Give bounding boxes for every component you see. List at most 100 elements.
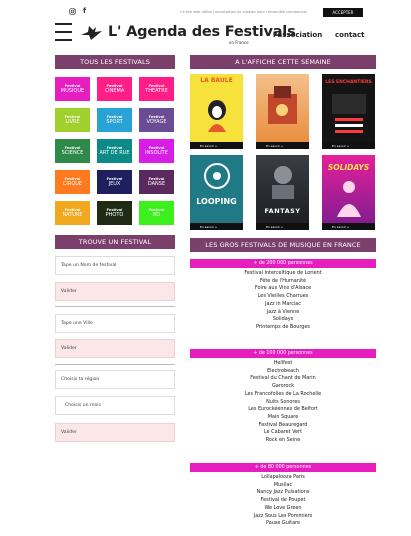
poster-more-link[interactable]: En savoir + xyxy=(322,142,375,149)
festival-link[interactable]: Jazz Sous Les Pommiers xyxy=(190,513,376,521)
poster-title: LA BAULE xyxy=(200,77,233,84)
logo-bird-icon[interactable] xyxy=(80,23,104,43)
festival-link[interactable]: Les Eurockéennes de Belfort xyxy=(190,406,376,414)
category-label: DANSE xyxy=(147,181,166,188)
facebook-icon[interactable]: f xyxy=(83,8,86,17)
category-label: SCIENCE xyxy=(61,150,84,157)
category-kicker: Festival xyxy=(64,176,81,181)
festival-list: Lollapalooza Paris Musilac Nancy Jazz Puls… xyxy=(190,474,376,528)
festival-link[interactable]: Foire aux Vins d'Alsace xyxy=(190,285,376,293)
category-insolite[interactable]: Festival INSOLITE xyxy=(139,139,174,163)
category-kicker: Festival xyxy=(64,114,81,119)
category-theatre[interactable]: Festival THEATRE xyxy=(139,77,174,101)
poster-more-link[interactable]: En savoir + xyxy=(322,223,375,230)
festival-link[interactable]: Jazz à Vienne xyxy=(190,309,376,317)
festival-link[interactable]: Solidays xyxy=(190,316,376,324)
poster-les-enchantiers[interactable]: LES ENCHANTIERS En savoir + xyxy=(322,74,375,149)
category-label: NATURE xyxy=(62,212,83,219)
tier-header: + de 80 000 personnes xyxy=(190,463,376,472)
category-bd[interactable]: Festival BD xyxy=(139,201,174,225)
page: f Ce site web utilise l'autorisation de … xyxy=(0,0,411,536)
festival-link[interactable]: Festival Interceltique de Lorient xyxy=(190,270,376,278)
month-select[interactable]: Choisis un mois xyxy=(55,396,175,415)
category-kicker: Festival xyxy=(148,207,165,212)
festival-link[interactable]: Electrobeach xyxy=(190,368,376,376)
category-label: BD xyxy=(152,212,161,219)
poster-looping[interactable]: LOOPING En savoir + xyxy=(190,155,243,230)
festival-link[interactable]: Les Vieilles Charrues xyxy=(190,293,376,301)
festival-list: Festival Interceltique de Lorient Fête de… xyxy=(190,270,376,332)
festival-link[interactable]: Hellfest xyxy=(190,360,376,368)
festival-link[interactable]: Pause Guitare xyxy=(190,520,376,528)
festival-link[interactable]: Festival du Chant de Marin xyxy=(190,375,376,383)
all-festivals-header: TOUS LES FESTIVALS xyxy=(55,55,175,69)
poster-title: LES ENCHANTIERS xyxy=(325,80,372,85)
validate-name-button[interactable]: Valider xyxy=(55,282,175,301)
poster-title: SOLIDAYS xyxy=(327,163,370,172)
festival-link[interactable]: Festival Beauregard xyxy=(190,422,376,430)
find-festival-header: TROUVE UN FESTIVAL xyxy=(55,235,175,249)
category-label: LIVRE xyxy=(65,119,80,126)
poster-more-link[interactable]: En savoir + xyxy=(256,223,309,230)
category-art-de-rue[interactable]: Festival ART DE RUE xyxy=(97,139,132,163)
validate-search-button[interactable]: Valider xyxy=(55,423,175,442)
festival-link[interactable]: Nancy Jazz Pulsations xyxy=(190,489,376,497)
category-cinema[interactable]: Festival CINEMA xyxy=(97,77,132,101)
festival-link[interactable]: Jazz in Marciac xyxy=(190,301,376,309)
category-kicker: Festival xyxy=(106,83,123,88)
accept-cookies-button[interactable]: ACCEPTER xyxy=(323,8,363,17)
nav-contact-link[interactable]: contact xyxy=(335,31,365,39)
festival-link[interactable]: Rock en Seine xyxy=(190,437,376,445)
site-logo-subtitle: en France xyxy=(229,40,249,45)
city-input[interactable]: Tape une Ville xyxy=(55,314,175,333)
poster-solidays[interactable]: SOLIDAYS En savoir + xyxy=(322,155,375,230)
category-science[interactable]: Festival SCIENCE xyxy=(55,139,90,163)
gros-festivals-header: LES GROS FESTIVALS DE MUSIQUE EN FRANCE xyxy=(190,238,376,252)
festival-name-input[interactable]: Tape un Nom de festival xyxy=(55,256,175,275)
category-musique[interactable]: Festival MUSIQUE xyxy=(55,77,90,101)
festival-link[interactable]: Garorock xyxy=(190,383,376,391)
category-cirque[interactable]: Festival CIRQUE xyxy=(55,170,90,194)
category-kicker: Festival xyxy=(106,114,123,119)
poster-illustration xyxy=(332,94,366,133)
poster-la-baule[interactable]: LA BAULE En savoir + xyxy=(190,74,243,149)
category-voyage[interactable]: Festival VOYAGE xyxy=(139,108,174,132)
instagram-icon[interactable] xyxy=(69,8,76,17)
tier-header: + de 100 000 personnes xyxy=(190,349,376,358)
festival-link[interactable]: Main Square xyxy=(190,414,376,422)
festival-link[interactable]: We Love Green xyxy=(190,505,376,513)
category-label: INSOLITE xyxy=(145,150,168,157)
festival-link[interactable]: Printemps de Bourges xyxy=(190,324,376,332)
category-kicker: Festival xyxy=(106,145,123,150)
poster-festival-2[interactable]: En savoir + xyxy=(256,74,309,149)
poster-more-link[interactable]: En savoir + xyxy=(256,142,309,149)
region-select[interactable]: Choisis ta région xyxy=(55,370,175,389)
category-kicker: Festival xyxy=(148,145,165,150)
poster-illustration xyxy=(337,181,361,217)
category-kicker: Festival xyxy=(148,83,165,88)
category-photo[interactable]: Festival PHOTO xyxy=(97,201,132,225)
category-danse[interactable]: Festival DANSE xyxy=(139,170,174,194)
top-bar: f Ce site web utilise l'autorisation de … xyxy=(0,8,411,20)
category-label: VOYAGE xyxy=(146,119,167,126)
category-nature[interactable]: Festival NATURE xyxy=(55,201,90,225)
menu-icon[interactable] xyxy=(55,23,72,41)
poster-more-link[interactable]: En savoir + xyxy=(190,223,243,230)
festival-list: Hellfest Electrobeach Festival du Chant de… xyxy=(190,360,376,445)
festival-link[interactable]: Musilac xyxy=(190,482,376,490)
category-livre[interactable]: Festival LIVRE xyxy=(55,108,90,132)
poster-illustration xyxy=(268,86,297,124)
validate-city-button[interactable]: Valider xyxy=(55,339,175,358)
poster-fantasy[interactable]: FANTASY En savoir + xyxy=(256,155,309,230)
poster-more-link[interactable]: En savoir + xyxy=(190,142,243,149)
site-logo-text[interactable]: L' Agenda des Festivals xyxy=(108,24,296,40)
category-jeux[interactable]: Festival JEUX xyxy=(97,170,132,194)
nav-association-link[interactable]: l'association xyxy=(273,31,322,39)
festival-link[interactable]: Fête de l'Humanité xyxy=(190,278,376,286)
festival-link[interactable]: Festival de Poupet xyxy=(190,497,376,505)
festival-link[interactable]: Le Cabaret Vert xyxy=(190,429,376,437)
category-sport[interactable]: Festival SPORT xyxy=(97,108,132,132)
category-kicker: Festival xyxy=(106,207,123,212)
festival-link[interactable]: Lollapalooza Paris xyxy=(190,474,376,482)
festival-link[interactable]: Les Francofolies de La Rochelle xyxy=(190,391,376,399)
